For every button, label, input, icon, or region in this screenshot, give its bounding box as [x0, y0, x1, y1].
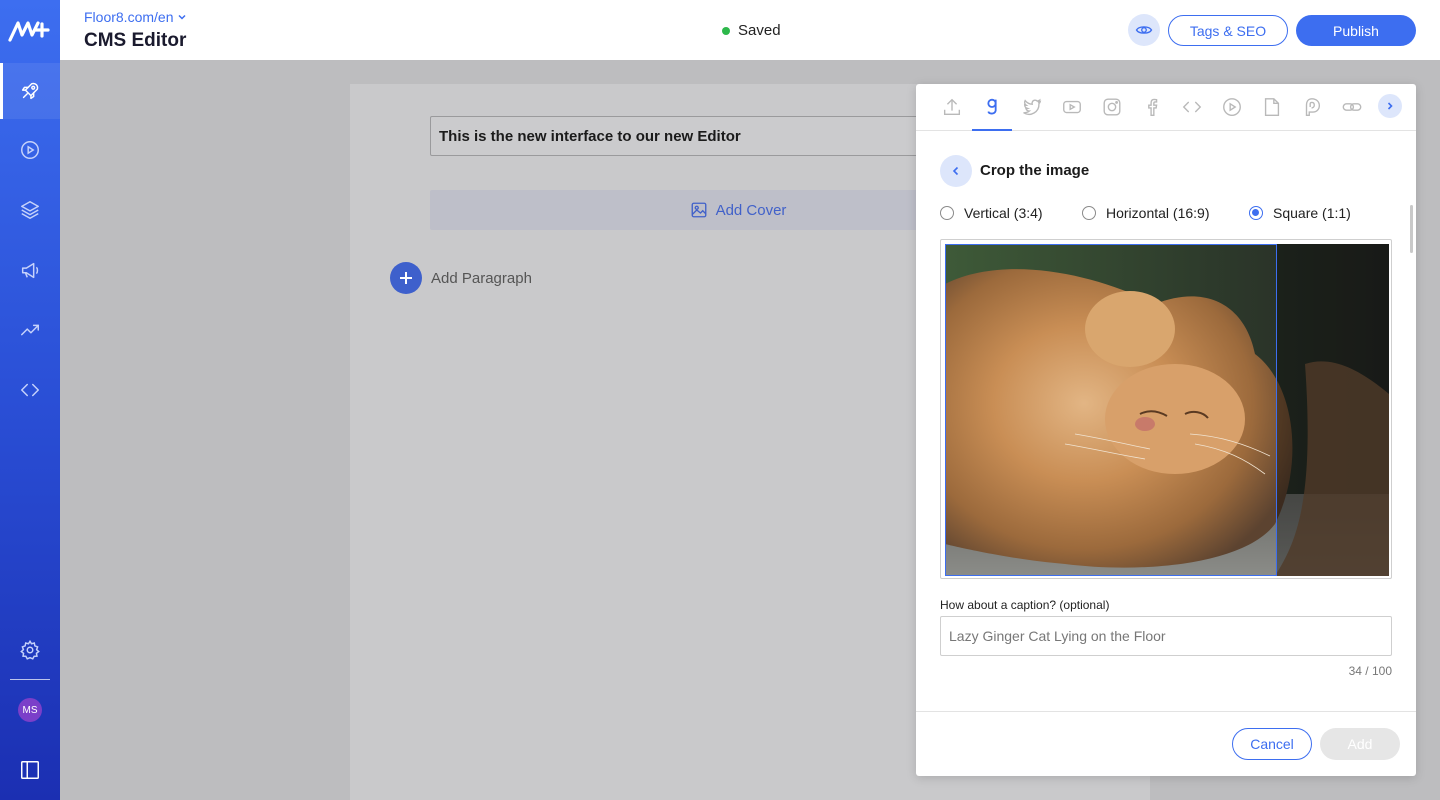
site-selector-label: Floor8.com/en	[84, 9, 174, 25]
chevron-left-icon	[952, 166, 959, 176]
instagram-icon	[1103, 98, 1121, 116]
facebook-icon	[1148, 98, 1158, 116]
preview-button[interactable]	[1128, 14, 1160, 46]
link-icon	[1342, 103, 1362, 111]
megaphone-icon	[21, 262, 39, 279]
tab-document[interactable]	[1252, 84, 1292, 130]
crop-mask	[1277, 244, 1389, 576]
tab-twitter[interactable]	[1012, 84, 1052, 130]
ratio-label-square: Square (1:1)	[1273, 205, 1351, 221]
chevron-down-icon	[178, 14, 187, 20]
sidebar-item-videos[interactable]	[0, 122, 60, 178]
youtube-icon	[1063, 100, 1081, 114]
status-dot	[722, 26, 730, 35]
page-title: CMS Editor	[84, 30, 187, 51]
trending-icon	[21, 324, 39, 336]
add-cover-label: Add Cover	[715, 201, 787, 219]
sidebar-item-settings[interactable]	[0, 622, 60, 678]
crop-selection-handle[interactable]	[945, 244, 1277, 576]
rocket-icon	[21, 82, 39, 100]
tab-upload[interactable]	[932, 84, 972, 130]
tab-facebook[interactable]	[1132, 84, 1172, 130]
sidebar-item-content[interactable]	[0, 63, 60, 119]
tab-video[interactable]	[1212, 84, 1252, 130]
add-paragraph-label: Add Paragraph	[431, 269, 532, 287]
code-icon	[21, 383, 39, 397]
ratio-label-vertical: Vertical (3:4)	[964, 205, 1043, 221]
plus-icon	[390, 262, 422, 294]
twitter-icon	[1023, 98, 1042, 116]
ratio-option-vertical[interactable]: Vertical (3:4)	[940, 205, 1043, 221]
tab-embed-code[interactable]	[1172, 84, 1212, 130]
tab-link[interactable]	[1332, 84, 1372, 130]
avatar[interactable]: MS	[18, 698, 42, 722]
sidebar-item-embeds[interactable]	[0, 362, 60, 418]
publish-button[interactable]: Publish	[1296, 15, 1416, 46]
floor8-logo[interactable]	[7, 16, 53, 44]
site-selector[interactable]: Floor8.com/en	[84, 9, 187, 25]
sidebar-toggle[interactable]	[0, 742, 60, 798]
upload-icon	[943, 98, 961, 116]
crop-title: Crop the image	[980, 162, 1090, 179]
layers-icon	[21, 201, 39, 219]
sidebar: MS	[0, 0, 60, 800]
cancel-button[interactable]: Cancel	[1232, 728, 1312, 760]
video-icon	[1223, 98, 1241, 116]
sidebar-item-campaigns[interactable]	[0, 242, 60, 298]
chevron-right-icon	[1387, 102, 1393, 110]
tab-instagram[interactable]	[1092, 84, 1132, 130]
tags-seo-button[interactable]: Tags & SEO	[1168, 15, 1288, 46]
add-button[interactable]: Add	[1320, 728, 1400, 760]
add-cover-button[interactable]: Add Cover	[430, 190, 990, 230]
tab-youtube[interactable]	[1052, 84, 1092, 130]
play-icon	[21, 141, 39, 159]
sidebar-divider	[10, 679, 50, 680]
image-icon	[691, 202, 706, 218]
crop-area	[940, 239, 1392, 579]
getty-icon	[987, 98, 997, 115]
add-paragraph-button[interactable]: Add Paragraph	[390, 262, 532, 294]
gear-icon	[20, 639, 40, 660]
panel-scrollbar[interactable]	[1410, 205, 1413, 253]
eye-icon	[1135, 26, 1153, 34]
sidebar-item-analytics[interactable]	[0, 302, 60, 358]
panel-footer: Cancel Add	[916, 711, 1416, 776]
code-icon	[1182, 101, 1202, 113]
document-icon	[1264, 98, 1280, 116]
caption-label: How about a caption? (optional)	[940, 598, 1110, 612]
tab-getty[interactable]	[972, 84, 1012, 131]
caption-input[interactable]: Lazy Ginger Cat Lying on the Floor	[940, 616, 1392, 656]
sidebar-panel-icon	[21, 761, 39, 779]
tabs-next-button[interactable]	[1378, 94, 1402, 118]
ratio-radio-horizontal[interactable]	[1082, 206, 1096, 220]
save-status-label: Saved	[738, 22, 781, 39]
back-button[interactable]	[940, 155, 972, 187]
tab-poll[interactable]	[1292, 84, 1332, 130]
media-panel: Crop the image Vertical (3:4) Horizontal…	[916, 84, 1416, 776]
ratio-radio-vertical[interactable]	[940, 206, 954, 220]
media-source-tabs	[916, 84, 1416, 131]
ratio-option-square[interactable]: Square (1:1)	[1249, 205, 1351, 221]
article-title-input[interactable]: This is the new interface to our new Edi…	[430, 116, 990, 156]
sidebar-item-layers[interactable]	[0, 182, 60, 238]
caption-char-counter: 34 / 100	[1348, 664, 1392, 678]
ratio-radio-square[interactable]	[1249, 206, 1263, 220]
ratio-label-horizontal: Horizontal (16:9)	[1106, 205, 1210, 221]
ratio-option-horizontal[interactable]: Horizontal (16:9)	[1082, 205, 1210, 221]
top-header: Floor8.com/en CMS Editor Saved Tags & SE…	[60, 0, 1440, 60]
poll-icon	[1305, 98, 1321, 116]
save-status: Saved	[722, 22, 781, 39]
